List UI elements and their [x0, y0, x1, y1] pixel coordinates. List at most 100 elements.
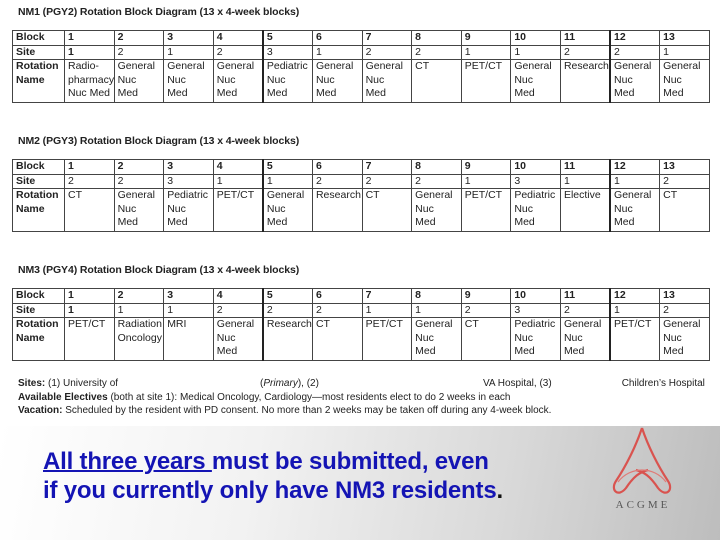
banner-message: All three years must be submitted, even … [43, 447, 503, 505]
rotation-name-line: Radiation [117, 318, 162, 331]
sites-note: Sites: (1) University of (Primary), (2) VA… [18, 378, 705, 389]
site-cell: 3 [261, 44, 313, 60]
rotation-name-line: Nuc [514, 202, 534, 215]
rotation-cell: General Nuc Med [163, 59, 214, 103]
rotation-cell: General Nuc Med [510, 59, 561, 103]
block-number-cell: 8 [411, 30, 462, 46]
block-number-cell: 13 [659, 30, 710, 46]
rotation-name-line: General [216, 60, 255, 73]
rotation-cell: General Nuc Med [609, 188, 661, 232]
nm2-rotation-table: Block 1 2 3 4 5 6 7 8 9 10 11 12 13 Site 2 2 3 1 1 2 2 2 1 3 1 1 2 R… [12, 159, 710, 232]
rotation-name-line: Med [514, 216, 535, 228]
rotation-name-line: Med [514, 87, 535, 99]
block-number-cell: 11 [559, 30, 611, 46]
block-row: Block 1 2 3 4 5 6 7 8 9 10 11 12 13 [12, 30, 710, 46]
site-row: Site 1 2 1 2 3 1 2 2 1 1 2 2 1 [12, 44, 710, 60]
rotation-name-line: Radio- [68, 60, 99, 73]
block-number-cell: 3 [163, 159, 214, 175]
block-number-cell: 3 [163, 288, 214, 304]
rotation-name-line: Research [563, 60, 609, 73]
rotation-name-line: Med [167, 216, 188, 228]
site-cell: 2 [411, 173, 462, 189]
block-number-cell: 6 [311, 288, 363, 304]
rotation-name-line: Pediatric [266, 60, 308, 73]
rotation-cell: General Nuc Med [361, 59, 413, 103]
site-cell: 1 [460, 44, 512, 60]
rotation-cell: General Nuc Med [113, 188, 165, 232]
rotation-cell: Radiation Oncology [113, 317, 165, 361]
site-cell: 1 [609, 173, 661, 189]
rotation-cell: General Nuc Med [311, 59, 363, 103]
site-cell: 1 [163, 44, 214, 60]
site-cell: 1 [510, 44, 561, 60]
rotation-cell: Pediatric Nuc Med [261, 59, 313, 103]
site-cell: 2 [113, 173, 165, 189]
site-cell: 2 [261, 302, 313, 318]
site-cell: 2 [311, 302, 363, 318]
block-number-cell: 10 [510, 288, 561, 304]
vacation-label: Vacation: [18, 405, 63, 416]
rotation-name-line: Nuc [563, 331, 583, 344]
rotation-name-line: Nuc [663, 331, 682, 344]
footer-banner: All three years must be submitted, even … [0, 426, 720, 540]
rotation-name-line: General [117, 60, 155, 73]
rotation-name-line: Med [315, 87, 337, 99]
rotation-cell: Research [261, 317, 313, 361]
banner-line2: if you currently only have NM3 residents [43, 477, 497, 504]
rotation-cell: Pediatric Nuc Med [510, 188, 561, 232]
block-number-cell: 4 [212, 288, 264, 304]
rotation-name-line: Nuc [514, 73, 534, 86]
banner-period: . [496, 477, 503, 504]
notes: Sites: (1) University of (Primary), (2) VA… [18, 377, 708, 418]
rotation-cell: PET/CT [64, 317, 115, 361]
electives-note: Available Electives (both at site 1): Me… [18, 391, 708, 405]
site-cell: 2 [609, 44, 661, 60]
block-number-cell: 11 [559, 159, 611, 175]
site-cell: 2 [559, 302, 611, 318]
rotation-name-line: Med [216, 345, 238, 357]
rotation-name-line: Med [663, 87, 684, 99]
site-2-text: (2) [306, 378, 319, 389]
site-row: Site 1 1 1 2 2 2 1 1 2 3 2 1 2 [12, 302, 710, 318]
rotation-name-line: Med [514, 345, 535, 357]
rotation-name-line: Nuc [614, 202, 633, 215]
acgme-logo-text: ACGME [615, 499, 671, 511]
site-cell: 1 [311, 44, 363, 60]
rotation-name-line: Nuc [315, 73, 335, 86]
rotation-cell: CT [361, 188, 413, 232]
rotation-name-line: Elective [563, 189, 601, 202]
rotation-name-line: PET/CT [464, 60, 503, 73]
site-cell: 2 [659, 173, 710, 189]
block-number-cell: 12 [609, 30, 661, 46]
rotation-name-line: Pediatric [514, 189, 556, 202]
site-cell: 2 [460, 302, 512, 318]
block-number-cell: 9 [460, 288, 512, 304]
site-cell: 1 [460, 173, 512, 189]
site-va-text: VA Hospital, (3) [482, 378, 552, 389]
site-cell: 1 [261, 173, 313, 189]
vacation-text: Scheduled by the resident with PD consen… [62, 405, 552, 416]
rotation-label-line: Name [16, 331, 45, 344]
rotation-cell: CT [311, 317, 363, 361]
block-number-cell: 2 [113, 159, 165, 175]
site-cell: 3 [510, 173, 561, 189]
rotation-name-line: Med [117, 87, 139, 99]
block-number-cell: 8 [411, 288, 462, 304]
site-cell: 2 [113, 44, 165, 60]
rotation-cell: Pediatric Nuc Med [510, 317, 561, 361]
site-cell: 2 [64, 173, 115, 189]
rotation-name-line: Nuc [167, 202, 186, 215]
block-number-cell: 2 [113, 30, 165, 46]
block-number-cell: 5 [261, 159, 313, 175]
rotation-name-line: PET/CT [68, 318, 106, 331]
rotation-name-line: Med [563, 345, 585, 357]
rotation-cell: General Nuc Med [411, 317, 462, 361]
rotation-cell: Radio-pharmacy/Nuc Med [64, 59, 115, 103]
block-number-cell: 5 [261, 288, 313, 304]
block-number-cell: 1 [64, 30, 115, 46]
block-number-cell: 1 [64, 288, 115, 304]
rotation-row-label: Rotation Name [12, 188, 65, 232]
nm2-section-title: NM2 (PGY3) Rotation Block Diagram (13 x … [18, 135, 300, 147]
vacation-note: Vacation: Scheduled by the resident with… [18, 404, 708, 418]
rotation-cell: PET/CT [460, 59, 512, 103]
